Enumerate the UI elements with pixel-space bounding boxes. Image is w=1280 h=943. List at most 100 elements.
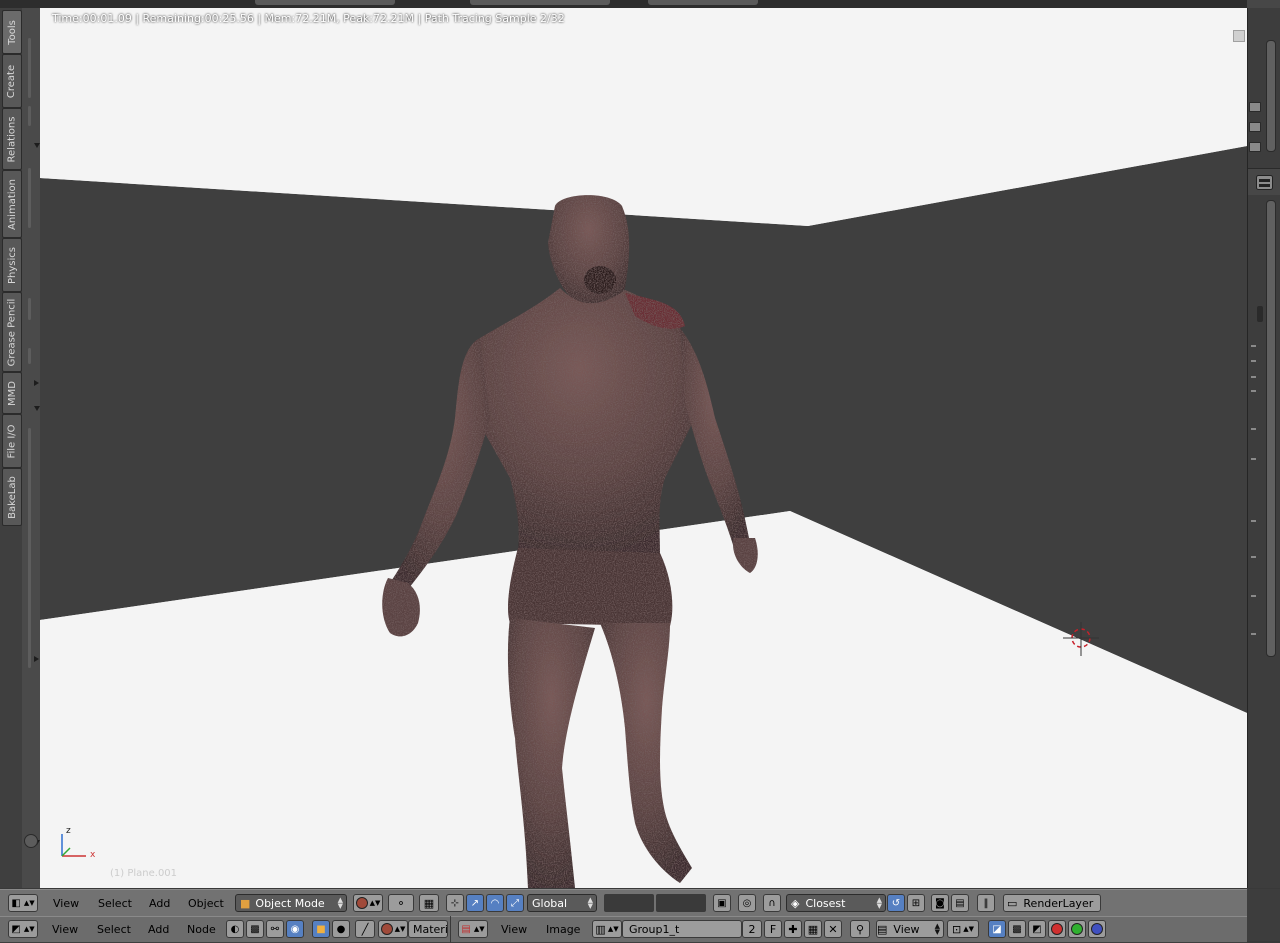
menu-add[interactable]: Add — [149, 894, 170, 912]
image-name-field[interactable]: Group1_t — [622, 920, 742, 938]
image-browse-button[interactable]: ▥ ▲▼ — [592, 920, 622, 938]
open-image-button[interactable]: ▦ — [804, 920, 822, 938]
render-visibility-icon[interactable] — [1249, 102, 1261, 112]
render-visibility-icon[interactable] — [1249, 122, 1261, 132]
render-anim-button[interactable]: ▤ — [951, 894, 969, 912]
rotate-toggle[interactable]: ◠ — [486, 894, 504, 912]
tab-mmd[interactable]: MMD — [2, 372, 22, 414]
shading-dropdown[interactable]: ▲▼ — [353, 894, 383, 912]
line-style-button[interactable]: ╱ — [355, 920, 375, 938]
top-tab[interactable] — [470, 0, 610, 5]
viewport-split-corner[interactable] — [1233, 30, 1245, 42]
pin-image-button[interactable]: ⚲ — [850, 920, 870, 938]
translate-toggle[interactable]: ↗ — [466, 894, 484, 912]
pivot-dropdown[interactable]: ⊡ ▲▼ — [947, 920, 979, 938]
clapper-icon: ▤ — [955, 897, 965, 909]
lock-camera-button[interactable]: ▣ — [713, 894, 731, 912]
menu-view[interactable]: View — [52, 920, 78, 938]
zbuffer-button[interactable]: ◩ — [1028, 920, 1046, 938]
scale-icon: ⤢ — [511, 897, 519, 909]
scene-layers-grid[interactable] — [604, 894, 654, 912]
proportional-edit-button[interactable]: ◎ — [738, 894, 756, 912]
red-channel-button[interactable] — [1048, 920, 1066, 938]
tab-animation[interactable]: Animation — [2, 170, 22, 238]
expand-arrow-icon[interactable] — [34, 656, 39, 662]
pause-button[interactable]: ‖ — [977, 894, 995, 912]
material-browse-button[interactable]: ▲▼ — [378, 920, 408, 938]
manipulator-toggle[interactable]: ⊹ — [446, 894, 464, 912]
material-name-field[interactable]: Materi — [408, 920, 448, 938]
tab-physics[interactable]: Physics — [2, 238, 22, 292]
outliner-scrollbar[interactable] — [1266, 40, 1276, 152]
snap-element-icon: ◈ — [791, 896, 800, 910]
image-users-count[interactable]: 2 — [742, 920, 762, 938]
pivot-dropdown[interactable]: ⚬ — [388, 894, 414, 912]
tab-create[interactable]: Create — [2, 54, 22, 108]
axis-gizmo-icon: z x — [54, 826, 104, 872]
tab-tools[interactable]: Tools — [2, 10, 22, 54]
menu-object[interactable]: Object — [188, 894, 224, 912]
tab-grease-pencil[interactable]: Grease Pencil — [2, 292, 22, 372]
editor-type-button[interactable]: ▤ ▲▼ — [458, 920, 488, 938]
snap-toggle[interactable]: ∩ — [763, 894, 781, 912]
panel-handle[interactable] — [1257, 306, 1263, 322]
new-image-button[interactable]: ✚ — [784, 920, 802, 938]
shelf-scroll-line[interactable] — [28, 428, 31, 668]
fake-user-toggle[interactable]: F — [764, 920, 782, 938]
editor-type-button[interactable]: ◩ ▲▼ — [8, 920, 38, 938]
render-still-button[interactable]: ◙ — [931, 894, 949, 912]
top-tab[interactable] — [648, 0, 758, 5]
shader-tree-button[interactable]: ◐ — [226, 920, 244, 938]
world-button[interactable]: ● — [332, 920, 350, 938]
snap-align-toggle[interactable]: ↺ — [887, 894, 905, 912]
view-mode-dropdown[interactable]: ▤ View ▲ ▼ — [876, 920, 944, 938]
unlink-image-button[interactable]: ✕ — [824, 920, 842, 938]
render-visibility-icon[interactable] — [1249, 142, 1261, 152]
3d-cursor-icon[interactable] — [1061, 620, 1101, 664]
world-tree-button[interactable]: ◉ — [286, 920, 304, 938]
shelf-scroll-line[interactable] — [28, 38, 31, 98]
top-tab[interactable] — [255, 0, 395, 5]
top-area-strip — [0, 0, 1280, 8]
color-alpha-button[interactable]: ◪ — [988, 920, 1006, 938]
object-button[interactable]: ■ — [312, 920, 330, 938]
tab-relations[interactable]: Relations — [2, 108, 22, 170]
tool-shelf: Tools Create Relations Animation Physics… — [0, 8, 41, 888]
blue-channel-icon — [1091, 923, 1103, 935]
menu-view[interactable]: View — [501, 920, 527, 938]
shelf-scroll-line[interactable] — [28, 168, 31, 228]
scene-layers-grid[interactable] — [656, 894, 706, 912]
green-channel-button[interactable] — [1068, 920, 1086, 938]
compositor-tree-button[interactable]: ⚯ — [266, 920, 284, 938]
scale-toggle[interactable]: ⤢ — [506, 894, 524, 912]
properties-scrollbar[interactable] — [1266, 200, 1276, 657]
3d-viewport[interactable]: Time:00:01.09 | Remaining:00:25.56 | Mem… — [40, 8, 1247, 888]
menu-select[interactable]: Select — [98, 894, 132, 912]
world-icon: ◉ — [290, 923, 300, 935]
mode-dropdown[interactable]: ■ Object Mode ▲ ▼ — [235, 894, 347, 912]
shelf-scroll-line[interactable] — [28, 106, 31, 126]
menu-select[interactable]: Select — [97, 920, 131, 938]
menu-image[interactable]: Image — [546, 920, 580, 938]
render-layer-field[interactable]: ▭ RenderLayer — [1003, 894, 1101, 912]
orientation-dropdown[interactable]: Global ▲ ▼ — [527, 894, 597, 912]
alpha-button[interactable]: ▩ — [1008, 920, 1026, 938]
properties-header — [1248, 168, 1280, 195]
menu-node[interactable]: Node — [187, 920, 216, 938]
shelf-scroll-line[interactable] — [28, 298, 31, 320]
blue-channel-button[interactable] — [1088, 920, 1106, 938]
menu-add[interactable]: Add — [148, 920, 169, 938]
shelf-scroll-line[interactable] — [28, 348, 31, 364]
editor-type-button[interactable]: ◧ ▲▼ — [8, 894, 38, 912]
proportional-icon: ◎ — [742, 897, 752, 909]
tab-bakelab[interactable]: BakeLab — [2, 468, 22, 526]
menu-view[interactable]: View — [53, 894, 79, 912]
texture-tree-button[interactable]: ▩ — [246, 920, 264, 938]
shelf-handle[interactable] — [24, 834, 38, 848]
properties-icon[interactable] — [1256, 175, 1273, 190]
expand-arrow-icon[interactable] — [34, 380, 39, 386]
tab-file-io[interactable]: File I/O — [2, 414, 22, 468]
snap-project-toggle[interactable]: ⊞ — [907, 894, 925, 912]
snap-element-dropdown[interactable]: ◈ Closest ▲ ▼ — [786, 894, 886, 912]
layers-toggle[interactable]: ▦ — [419, 894, 439, 912]
